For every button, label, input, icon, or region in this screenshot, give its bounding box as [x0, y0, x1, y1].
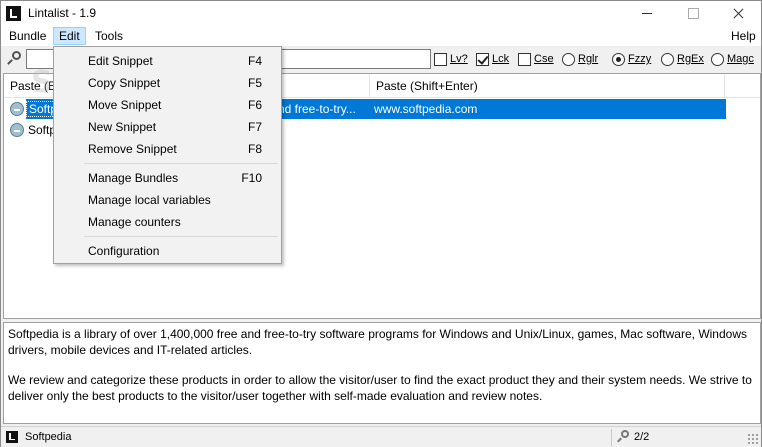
- preview-paragraph: We review and categorize these products …: [8, 373, 752, 403]
- magc-radio[interactable]: [711, 52, 724, 66]
- menu-item-manage-local-variables[interactable]: Manage local variables: [56, 189, 279, 211]
- menu-separator: [84, 163, 278, 164]
- menu-item-remove-snippet[interactable]: Remove Snippet F8: [56, 138, 279, 160]
- minimize-button[interactable]: [624, 1, 670, 25]
- menu-item-copy-snippet[interactable]: Copy Snippet F5: [56, 72, 279, 94]
- menu-item-label: Configuration: [88, 244, 160, 258]
- rglr-radio[interactable]: [562, 52, 575, 66]
- menu-item-shortcut: F5: [247, 76, 262, 90]
- menu-item-label: New Snippet: [88, 120, 157, 134]
- cell-paste-shift-enter: www.softpedia.com: [374, 102, 478, 116]
- resize-grip-icon[interactable]: [747, 433, 759, 445]
- edit-menu-dropdown: Edit Snippet F4 Copy Snippet F5 Move Sni…: [53, 46, 282, 264]
- status-divider: [611, 429, 612, 446]
- menu-item-manage-counters[interactable]: Manage counters: [56, 211, 279, 233]
- magc-label: Magc: [727, 53, 754, 65]
- option-lv-checkbox[interactable]: Lv?: [434, 51, 468, 67]
- menu-item-move-snippet[interactable]: Move Snippet F6: [56, 94, 279, 116]
- bundle-logo-icon: [6, 431, 18, 443]
- app-window: Lintalist - 1.9 Bundle Edit Tools Help L…: [0, 0, 762, 447]
- rgex-label: RgEx: [677, 53, 704, 65]
- rgex-radio[interactable]: [661, 52, 674, 66]
- option-lck-checkbox[interactable]: Lck: [476, 51, 509, 67]
- status-bar: Softpedia 2/2: [1, 426, 761, 447]
- menu-item-label: Remove Snippet: [88, 142, 177, 156]
- lv-label: Lv?: [450, 53, 468, 65]
- fzzy-radio[interactable]: [612, 52, 625, 66]
- snippet-icon: [10, 123, 24, 137]
- option-fzzy-radio[interactable]: Fzzy: [612, 51, 651, 67]
- fzzy-label: Fzzy: [628, 53, 652, 65]
- snippet-icon: [10, 102, 24, 116]
- lck-label: Lck: [492, 53, 510, 65]
- option-rgex-radio[interactable]: RgEx: [661, 51, 704, 67]
- close-button[interactable]: [715, 1, 761, 25]
- cse-checkbox[interactable]: [518, 52, 531, 66]
- search-icon: [7, 51, 21, 65]
- option-rglr-radio[interactable]: Rglr: [562, 51, 598, 67]
- menu-item-shortcut: F8: [247, 142, 262, 156]
- lck-checkbox[interactable]: [476, 52, 489, 66]
- menu-bar: Bundle Edit Tools Help: [1, 25, 761, 46]
- menu-item-shortcut: F6: [247, 98, 262, 112]
- menu-item-label: Manage local variables: [88, 193, 211, 207]
- menu-item-shortcut: F10: [241, 171, 262, 185]
- status-result-count: 2/2: [634, 431, 650, 443]
- lintalist-logo-icon: [6, 6, 21, 21]
- menu-item-label: Manage Bundles: [88, 171, 179, 185]
- menu-help[interactable]: Help: [725, 27, 762, 45]
- menu-item-label: Copy Snippet: [88, 76, 161, 90]
- option-cse-checkbox[interactable]: Cse: [518, 51, 554, 67]
- preview-paragraph: Softpedia is a library of over 1,400,000…: [8, 327, 747, 357]
- menu-item-configuration[interactable]: Configuration: [56, 240, 279, 262]
- cse-label: Cse: [534, 53, 554, 65]
- status-bundle-name: Softpedia: [25, 431, 72, 443]
- lv-checkbox[interactable]: [434, 52, 447, 66]
- search-icon: [617, 430, 630, 443]
- menu-separator: [84, 236, 278, 237]
- menu-bundle[interactable]: Bundle: [3, 27, 52, 45]
- menu-item-manage-bundles[interactable]: Manage Bundles F10: [56, 167, 279, 189]
- title-bar[interactable]: Lintalist - 1.9: [1, 1, 761, 25]
- menu-item-new-snippet[interactable]: New Snippet F7: [56, 116, 279, 138]
- menu-item-shortcut: F7: [247, 120, 262, 134]
- menu-item-label: Edit Snippet: [88, 54, 153, 68]
- maximize-button[interactable]: [670, 1, 716, 25]
- menu-item-shortcut: F4: [247, 54, 262, 68]
- snippet-preview[interactable]: Softpedia is a library of over 1,400,000…: [3, 322, 761, 424]
- menu-item-label: Move Snippet: [88, 98, 162, 112]
- menu-tools[interactable]: Tools: [89, 27, 129, 45]
- rglr-label: Rglr: [578, 53, 599, 65]
- option-magc-radio[interactable]: Magc: [711, 51, 754, 67]
- menu-edit[interactable]: Edit: [53, 27, 86, 45]
- menu-item-edit-snippet[interactable]: Edit Snippet F4: [56, 50, 279, 72]
- menu-item-label: Manage counters: [88, 215, 181, 229]
- cell-part2: nd free-to-try...: [278, 102, 356, 116]
- window-title: Lintalist - 1.9: [28, 6, 97, 20]
- column-paste-shift-enter[interactable]: Paste (Shift+Enter): [370, 74, 725, 98]
